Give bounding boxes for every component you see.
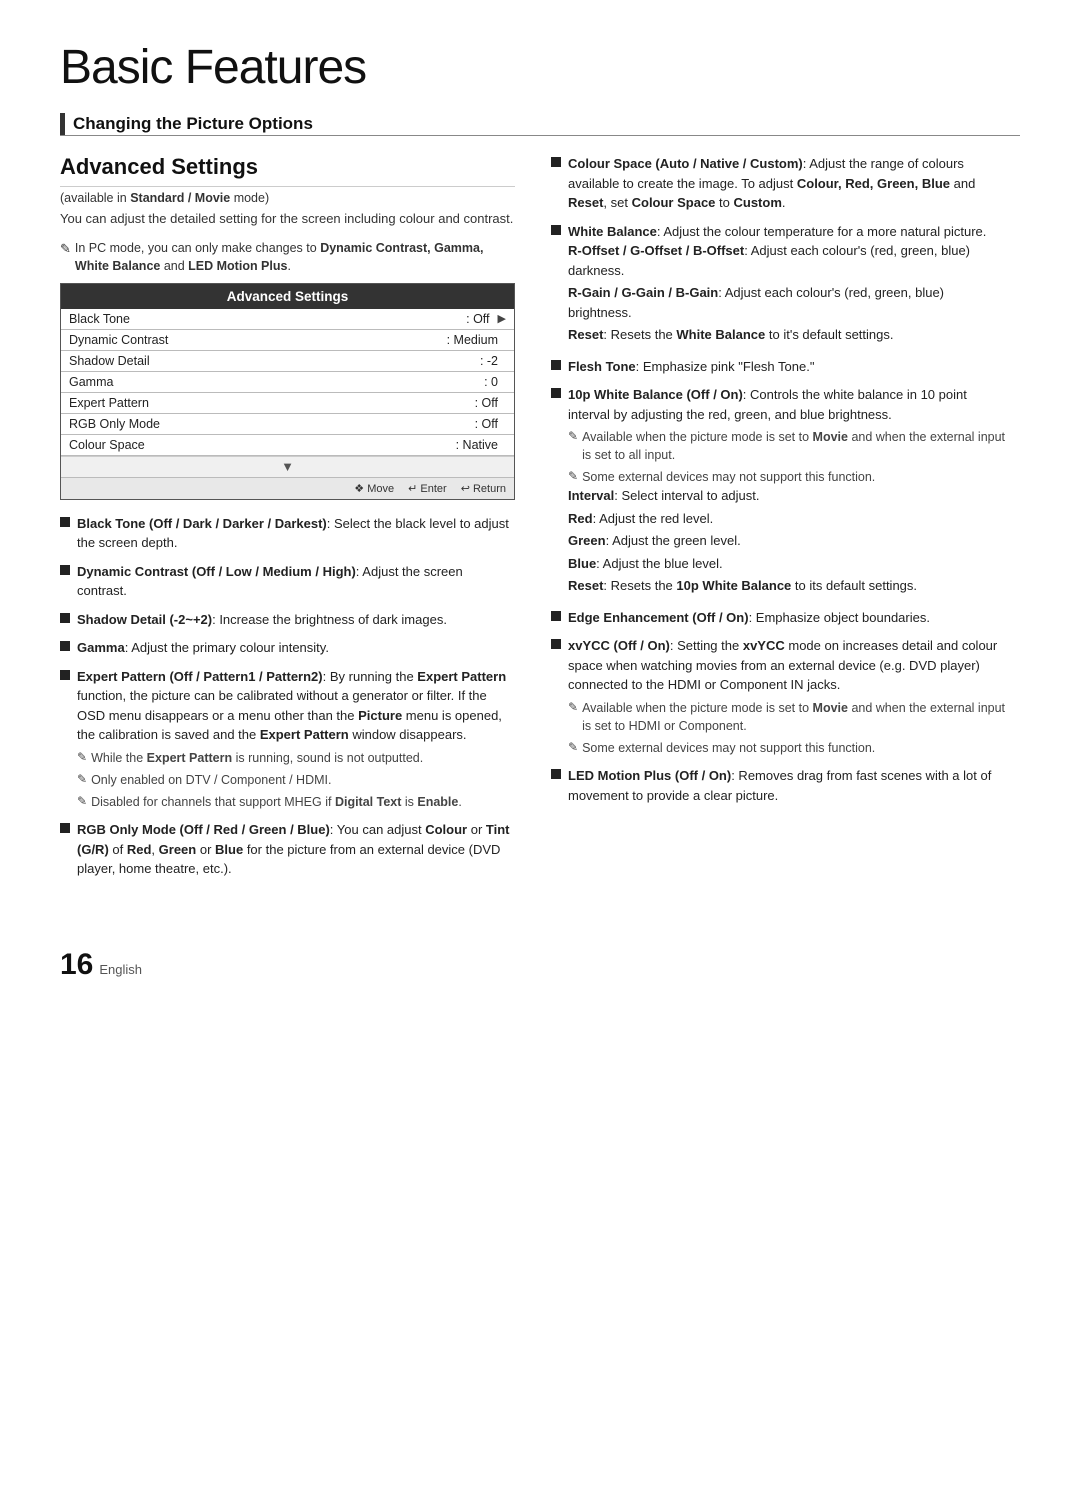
right-column: Colour Space (Auto / Native / Custom): A…	[551, 154, 1006, 888]
bullet-item-xvycc: xvYCC (Off / On): Setting the xvYCC mode…	[551, 636, 1006, 757]
description-text: You can adjust the detailed setting for …	[60, 209, 515, 229]
left-bullet-list: Black Tone (Off / Dark / Darker / Darkes…	[60, 514, 515, 879]
section-header-title: Changing the Picture Options	[73, 114, 313, 134]
sub-note: ✎ Available when the picture mode is set…	[568, 428, 1006, 464]
page-language: English	[99, 962, 142, 977]
left-column: Advanced Settings (available in Standard…	[60, 154, 515, 888]
bullet-square	[60, 641, 70, 651]
page-title: Basic Features	[60, 40, 1020, 95]
bullet-square	[551, 639, 561, 649]
sub-item: Green: Adjust the green level.	[568, 531, 1006, 551]
sub-note: ✎ Only enabled on DTV / Component / HDMI…	[77, 771, 515, 789]
bullet-square	[60, 613, 70, 623]
advanced-settings-table: Advanced Settings Black Tone : Off ▶ Dyn…	[60, 283, 515, 500]
pc-note-text: In PC mode, you can only make changes to…	[75, 239, 515, 275]
adv-table-row: Shadow Detail : -2	[61, 351, 514, 372]
bullet-square	[60, 670, 70, 680]
sub-item: R-Offset / G-Offset / B-Offset: Adjust e…	[568, 241, 1006, 280]
sub-item: R-Gain / G-Gain / B-Gain: Adjust each co…	[568, 283, 1006, 322]
sub-item: Interval: Select interval to adjust.	[568, 486, 1006, 506]
pc-note-block: ✎ In PC mode, you can only make changes …	[60, 239, 515, 275]
available-note: (available in Standard / Movie mode)	[60, 191, 515, 205]
adv-table-scroll-indicator: ▼	[61, 456, 514, 477]
bullet-item-colour-space: Colour Space (Auto / Native / Custom): A…	[551, 154, 1006, 213]
bullet-square	[551, 388, 561, 398]
bullet-item-shadow-detail: Shadow Detail (-2~+2): Increase the brig…	[60, 610, 515, 630]
bullet-square	[60, 823, 70, 833]
pencil-icon: ✎	[60, 240, 71, 259]
sub-note: ✎ Some external devices may not support …	[568, 468, 1006, 486]
bullet-square	[551, 611, 561, 621]
bullet-square	[551, 225, 561, 235]
adv-table-footer: ❖ Move ↵ Enter ↩ Return	[61, 477, 514, 499]
right-bullet-list: Colour Space (Auto / Native / Custom): A…	[551, 154, 1006, 805]
bullet-item-10p-white-balance: 10p White Balance (Off / On): Controls t…	[551, 385, 1006, 599]
sub-note: ✎ While the Expert Pattern is running, s…	[77, 749, 515, 767]
adv-table-row: Expert Pattern : Off	[61, 393, 514, 414]
bullet-item-flesh-tone: Flesh Tone: Emphasize pink "Flesh Tone."	[551, 357, 1006, 377]
adv-table-row: Black Tone : Off ▶	[61, 309, 514, 330]
subsection-title: Advanced Settings	[60, 154, 515, 187]
adv-table-header: Advanced Settings	[61, 284, 514, 309]
sub-note: ✎ Disabled for channels that support MHE…	[77, 793, 515, 811]
adv-table-row: RGB Only Mode : Off	[61, 414, 514, 435]
sub-note: ✎ Available when the picture mode is set…	[568, 699, 1006, 735]
sub-item: Red: Adjust the red level.	[568, 509, 1006, 529]
bullet-item-edge-enhancement: Edge Enhancement (Off / On): Emphasize o…	[551, 608, 1006, 628]
bullet-item-rgb-only-mode: RGB Only Mode (Off / Red / Green / Blue)…	[60, 820, 515, 879]
bullet-item-expert-pattern: Expert Pattern (Off / Pattern1 / Pattern…	[60, 667, 515, 811]
bullet-square	[551, 360, 561, 370]
page-footer: 16 English	[60, 948, 1020, 982]
adv-table-row: Dynamic Contrast : Medium	[61, 330, 514, 351]
bullet-item-gamma: Gamma: Adjust the primary colour intensi…	[60, 638, 515, 658]
bullet-square	[60, 565, 70, 575]
sub-item: Reset: Resets the 10p White Balance to i…	[568, 576, 1006, 596]
section-header-bar	[60, 113, 65, 135]
bullet-item-black-tone: Black Tone (Off / Dark / Darker / Darkes…	[60, 514, 515, 553]
two-col-layout: Advanced Settings (available in Standard…	[60, 154, 1020, 888]
sub-item: Reset: Resets the White Balance to it's …	[568, 325, 1006, 345]
bullet-item-white-balance: White Balance: Adjust the colour tempera…	[551, 222, 1006, 348]
bullet-item-led-motion-plus: LED Motion Plus (Off / On): Removes drag…	[551, 766, 1006, 805]
section-header: Changing the Picture Options	[60, 113, 1020, 136]
bullet-square	[551, 157, 561, 167]
bullet-item-dynamic-contrast: Dynamic Contrast (Off / Low / Medium / H…	[60, 562, 515, 601]
sub-item: Blue: Adjust the blue level.	[568, 554, 1006, 574]
bullet-square	[551, 769, 561, 779]
page-number: 16	[60, 948, 93, 982]
adv-table-row: Colour Space : Native	[61, 435, 514, 456]
adv-table-row: Gamma : 0	[61, 372, 514, 393]
sub-note: ✎ Some external devices may not support …	[568, 739, 1006, 757]
bullet-square	[60, 517, 70, 527]
